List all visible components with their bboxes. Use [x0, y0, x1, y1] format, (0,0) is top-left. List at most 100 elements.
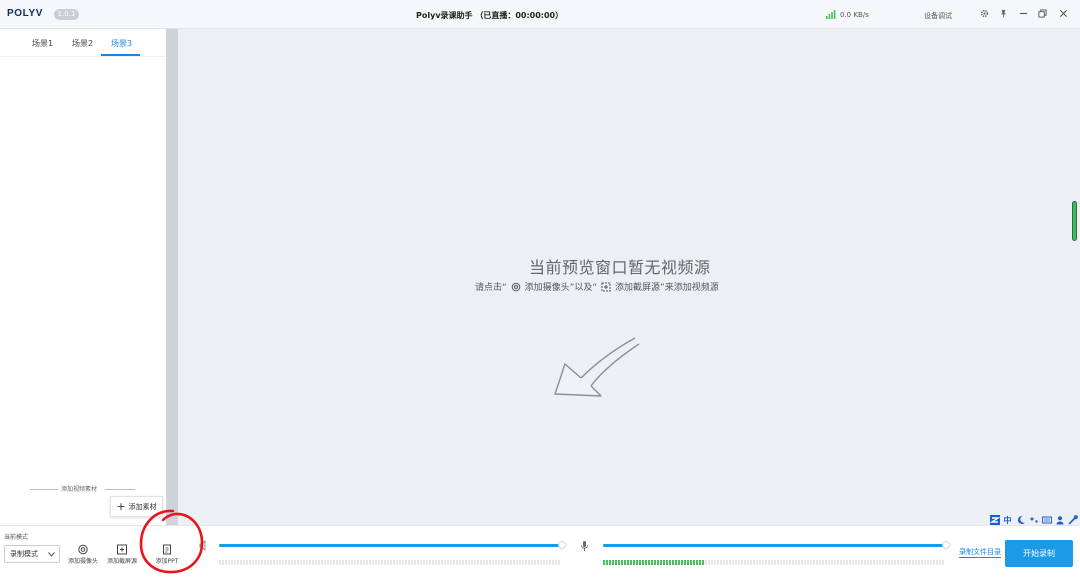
pin-icon[interactable] — [998, 8, 1009, 19]
minimize-icon[interactable] — [1018, 8, 1029, 19]
meter-segment — [510, 560, 512, 565]
meter-segment — [276, 560, 278, 565]
meter-segment — [546, 560, 548, 565]
meter-segment — [927, 560, 929, 565]
meter-segment — [675, 560, 677, 565]
meter-segment — [360, 560, 362, 565]
meter-segment — [720, 560, 722, 565]
window-title: Polyv录课助手 （已直播：00:00:00） — [416, 11, 564, 20]
meter-segment — [780, 560, 782, 565]
mode-select[interactable]: 录制模式 — [4, 545, 60, 563]
maximize-icon[interactable] — [1037, 8, 1048, 19]
meter-segment — [423, 560, 425, 565]
wrench-icon[interactable] — [1067, 514, 1078, 526]
meter-segment — [693, 560, 695, 565]
meter-segment — [753, 560, 755, 565]
meter-segment — [771, 560, 773, 565]
meter-segment — [228, 560, 230, 565]
mode-label: 当前模式 — [4, 534, 29, 541]
meter-segment — [498, 560, 500, 565]
meter-segment — [489, 560, 491, 565]
meter-segment — [399, 560, 401, 565]
meter-segment — [906, 560, 908, 565]
meter-segment — [612, 560, 614, 565]
meter-segment — [375, 560, 377, 565]
punctuation-icon[interactable] — [1028, 514, 1039, 526]
meter-segment — [333, 560, 335, 565]
meter-segment — [807, 560, 809, 565]
speaker-volume-knob[interactable] — [558, 541, 566, 549]
meter-segment — [393, 560, 395, 565]
meter-segment — [810, 560, 812, 565]
pointing-arrow-icon — [554, 337, 640, 397]
user-icon[interactable] — [1054, 514, 1065, 526]
material-section-label: 添加视频素材 — [61, 486, 98, 493]
tab-scene-1[interactable]: 场景1 — [32, 38, 53, 49]
settings-gear-icon[interactable] — [979, 8, 990, 19]
speaker-volume-fill — [219, 544, 562, 547]
meter-segment — [645, 560, 647, 565]
meter-segment — [477, 560, 479, 565]
meter-segment — [831, 560, 833, 565]
tab-scene-3[interactable]: 场景3 — [111, 38, 132, 49]
meter-segment — [513, 560, 515, 565]
meter-segment — [426, 560, 428, 565]
record-directory-link[interactable]: 录制文件目录 — [959, 548, 1001, 558]
ime-language-toggle[interactable]: 中 — [1002, 514, 1013, 526]
add-camera-button[interactable]: 添加摄像头 — [61, 540, 105, 570]
camera-icon — [78, 540, 89, 555]
meter-segment — [279, 560, 281, 565]
meter-segment — [417, 560, 419, 565]
meter-segment — [705, 560, 707, 565]
tab-scene-2[interactable]: 场景2 — [72, 38, 93, 49]
mic-level-meter — [603, 560, 946, 565]
meter-segment — [396, 560, 398, 565]
meter-segment — [618, 560, 620, 565]
mic-volume-knob[interactable] — [942, 541, 950, 549]
meter-segment — [327, 560, 329, 565]
meter-segment — [483, 560, 485, 565]
device-debug-button[interactable]: 设备调试 — [924, 11, 952, 21]
meter-segment — [840, 560, 842, 565]
moon-icon[interactable] — [1015, 514, 1026, 526]
meter-segment — [225, 560, 227, 565]
meter-segment — [369, 560, 371, 565]
meter-segment — [843, 560, 845, 565]
meter-segment — [222, 560, 224, 565]
meter-segment — [621, 560, 623, 565]
meter-segment — [453, 560, 455, 565]
meter-segment — [813, 560, 815, 565]
meter-segment — [312, 560, 314, 565]
sogou-logo-icon[interactable] — [989, 514, 1000, 526]
microphone-icon[interactable] — [580, 540, 589, 552]
meter-segment — [249, 560, 251, 565]
close-icon[interactable] — [1058, 8, 1069, 19]
keyboard-icon[interactable] — [1041, 514, 1052, 526]
meter-segment — [525, 560, 527, 565]
meter-segment — [303, 560, 305, 565]
meter-segment — [891, 560, 893, 565]
meter-segment — [783, 560, 785, 565]
mic-volume-slider[interactable] — [603, 541, 950, 549]
meter-segment — [534, 560, 536, 565]
start-recording-button[interactable]: 开始录制 — [1005, 540, 1073, 567]
meter-segment — [828, 560, 830, 565]
meter-segment — [516, 560, 518, 565]
meter-segment — [465, 560, 467, 565]
meter-segment — [354, 560, 356, 565]
meter-segment — [885, 560, 887, 565]
meter-segment — [648, 560, 650, 565]
meter-segment — [912, 560, 914, 565]
plus-icon: + — [116, 500, 126, 513]
meter-segment — [363, 560, 365, 565]
meter-segment — [264, 560, 266, 565]
meter-segment — [441, 560, 443, 565]
side-handle[interactable] — [1072, 201, 1077, 241]
meter-segment — [435, 560, 437, 565]
meter-segment — [603, 560, 605, 565]
meter-segment — [735, 560, 737, 565]
signal-icon — [826, 10, 836, 19]
meter-segment — [669, 560, 671, 565]
speaker-volume-slider[interactable] — [219, 541, 566, 549]
panel-splitter[interactable] — [166, 29, 178, 525]
